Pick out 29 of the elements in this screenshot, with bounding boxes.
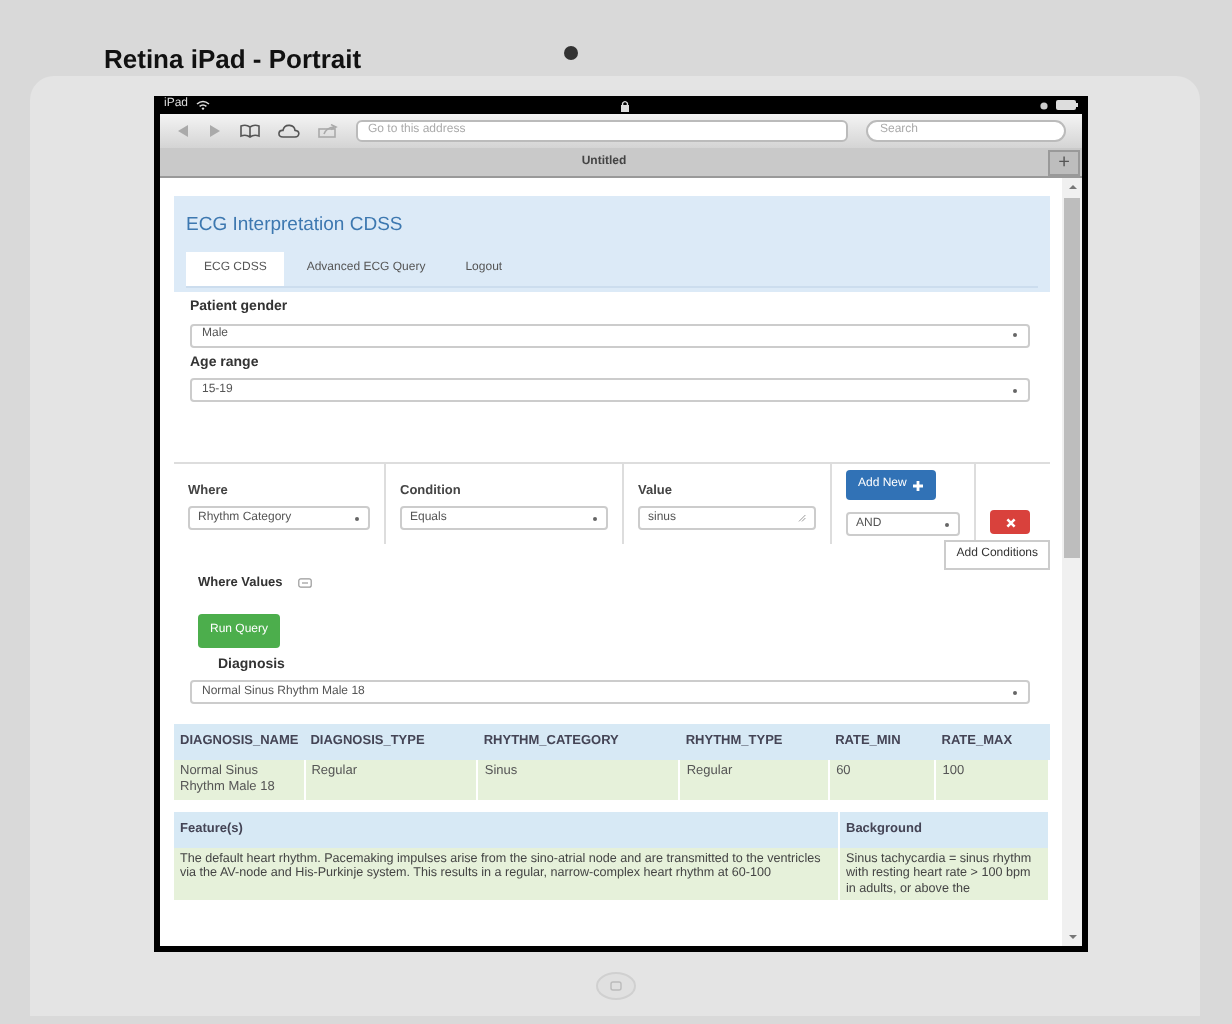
camera-dot bbox=[564, 46, 578, 61]
caret-icon bbox=[592, 515, 598, 521]
scroll-up-icon[interactable] bbox=[1067, 184, 1077, 190]
scroll-thumb[interactable] bbox=[1064, 198, 1080, 558]
close-icon bbox=[1005, 517, 1015, 527]
share-icon[interactable] bbox=[318, 124, 338, 138]
caret-icon bbox=[354, 515, 360, 521]
collapse-icon[interactable] bbox=[298, 578, 313, 589]
caret-icon bbox=[1012, 689, 1018, 696]
caret-icon bbox=[1012, 332, 1018, 338]
new-tab-button[interactable]: + bbox=[1048, 149, 1080, 175]
book-icon[interactable] bbox=[240, 124, 260, 138]
home-button-icon[interactable] bbox=[595, 972, 635, 1000]
wifi-icon bbox=[196, 100, 211, 110]
scrollbar[interactable] bbox=[1062, 178, 1082, 946]
cloud-icon[interactable] bbox=[278, 124, 300, 138]
caret-icon bbox=[1012, 387, 1018, 393]
lock-icon bbox=[620, 99, 630, 111]
plus-icon bbox=[912, 479, 925, 491]
scroll-down-icon[interactable] bbox=[1067, 934, 1077, 940]
delete-button[interactable] bbox=[990, 510, 1030, 534]
page-title: ECG Interpretation CDSS bbox=[186, 212, 405, 240]
activity-icon bbox=[1039, 101, 1048, 109]
back-icon[interactable] bbox=[176, 124, 190, 138]
resize-grip-icon bbox=[798, 514, 806, 522]
forward-icon[interactable] bbox=[208, 124, 222, 138]
simulator-title: Retina iPad - Portrait bbox=[104, 42, 362, 78]
caret-icon bbox=[944, 521, 950, 527]
battery-icon bbox=[1055, 100, 1078, 110]
